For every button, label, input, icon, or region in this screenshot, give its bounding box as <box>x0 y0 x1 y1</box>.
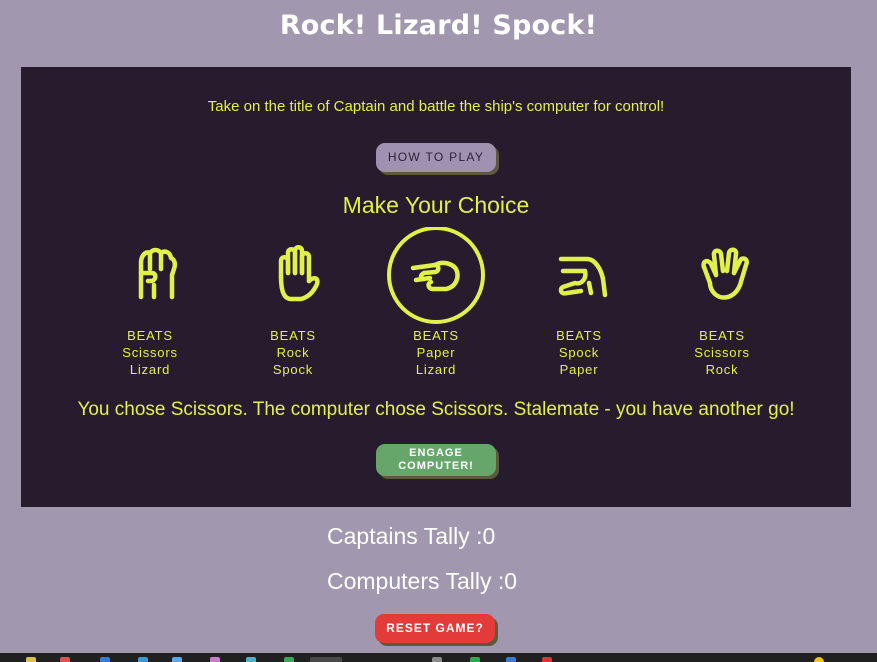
choice-spock[interactable]: BEATS Scissors Rock <box>667 227 777 378</box>
choice-heading: Make Your Choice <box>342 192 530 218</box>
taskbar-app-icon[interactable] <box>506 657 516 662</box>
rock-fist-icon <box>138 247 178 300</box>
spock-hand-icon <box>701 247 749 300</box>
engage-computer-button[interactable]: ENGAGE COMPUTER! <box>376 444 496 476</box>
reset-game-button[interactable]: RESET GAME? <box>375 614 495 643</box>
taskbar-app-icon[interactable] <box>284 657 294 662</box>
taskbar-app-icon[interactable] <box>172 657 182 662</box>
beats-info: BEATS Scissors Lizard <box>122 328 178 377</box>
taskbar-app-icon[interactable] <box>310 657 342 662</box>
selected-ring <box>387 227 485 324</box>
lizard-hand-icon <box>558 256 608 298</box>
beats-info: BEATS Rock Spock <box>270 328 316 377</box>
taskbar-app-icon[interactable] <box>432 657 442 662</box>
paper-hand-icon <box>278 245 320 302</box>
choice-paper[interactable]: BEATS Rock Spock <box>238 227 348 378</box>
intro-text: Take on the title of Captain and battle … <box>207 98 665 115</box>
taskbar-app-icon[interactable] <box>210 657 220 662</box>
choice-lizard[interactable]: BEATS Spock Paper <box>524 227 634 378</box>
taskbar-app-icon[interactable] <box>814 657 824 662</box>
choice-scissors[interactable]: BEATS Paper Lizard <box>381 227 491 378</box>
taskbar-app-icon[interactable] <box>60 657 70 662</box>
result-message: You chose Scissors. The computer chose S… <box>77 399 795 420</box>
how-to-play-button[interactable]: HOW TO PLAY <box>376 143 496 172</box>
taskbar-app-icon[interactable] <box>470 657 480 662</box>
taskbar-app-icon[interactable] <box>542 657 552 662</box>
beats-info: BEATS Scissors Rock <box>694 328 750 377</box>
taskbar <box>0 653 877 662</box>
page-title: Rock! Lizard! Spock! <box>279 10 598 41</box>
computer-tally: Computers Tally :0 <box>327 568 518 594</box>
beats-info: BEATS Spock Paper <box>556 328 602 377</box>
game-panel: Take on the title of Captain and battle … <box>21 67 851 507</box>
taskbar-app-icon[interactable] <box>26 657 36 662</box>
taskbar-app-icon[interactable] <box>246 657 256 662</box>
scissors-hand-icon <box>387 227 485 324</box>
taskbar-app-icon[interactable] <box>138 657 148 662</box>
captain-tally: Captains Tally :0 <box>327 523 496 549</box>
choice-rock[interactable]: BEATS Scissors Lizard <box>95 227 205 378</box>
taskbar-app-icon[interactable] <box>100 657 110 662</box>
beats-info: BEATS Paper Lizard <box>413 328 459 377</box>
